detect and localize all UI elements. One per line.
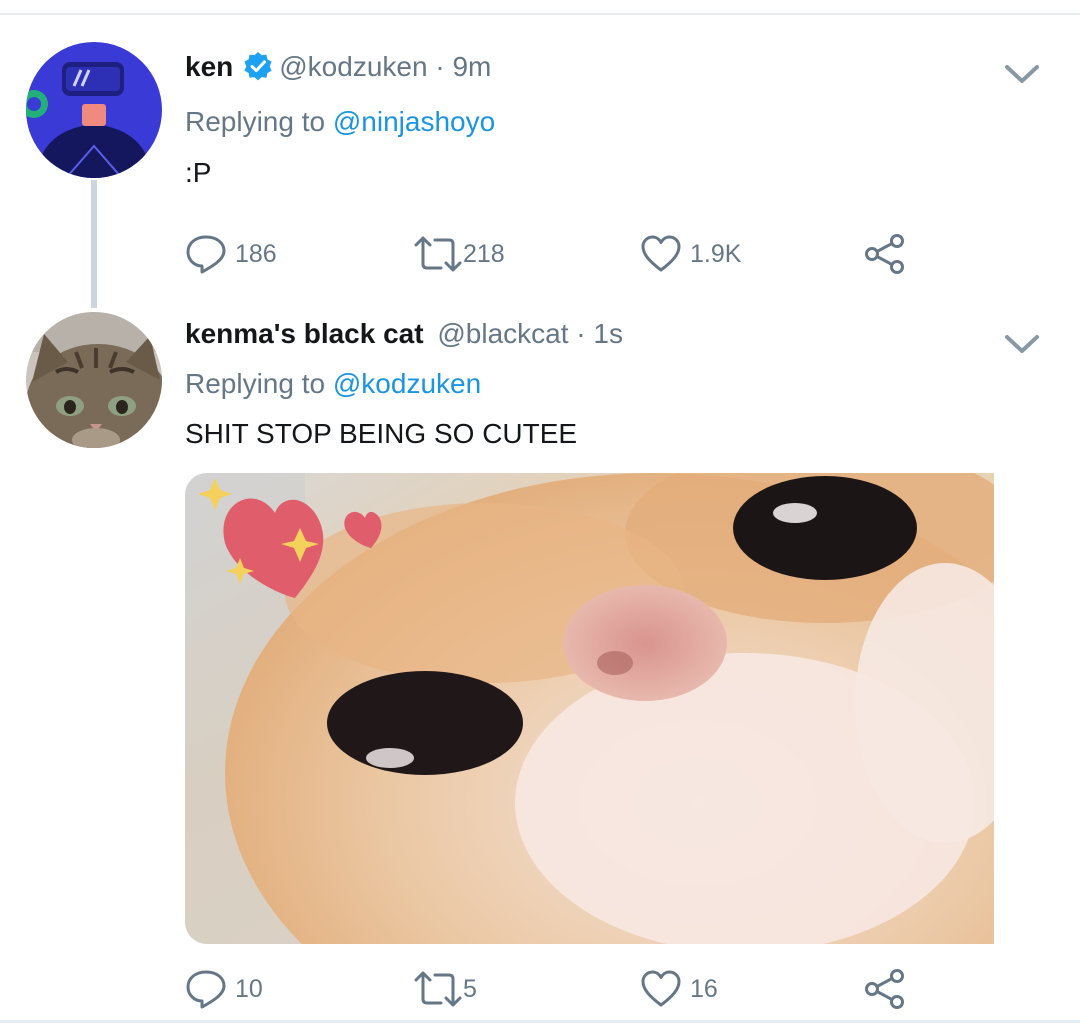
timestamp[interactable]: 1s	[593, 318, 623, 349]
avatar[interactable]	[26, 312, 162, 448]
reply-icon	[186, 970, 226, 1009]
tweet-media-image[interactable]	[185, 473, 994, 944]
tweet-header: ken @kodzuken · 9m	[185, 50, 491, 84]
like-button[interactable]: 16	[640, 969, 718, 1009]
avatar[interactable]	[26, 42, 162, 178]
timestamp[interactable]: 9m	[452, 51, 491, 82]
like-count: 16	[690, 974, 718, 1003]
like-icon	[641, 970, 681, 1007]
share-icon	[865, 234, 904, 274]
retweet-button[interactable]: 5	[413, 969, 477, 1009]
like-button[interactable]: 1.9K	[640, 234, 741, 274]
retweet-count: 218	[463, 239, 505, 268]
retweet-icon	[414, 971, 462, 1007]
verified-badge-icon	[243, 51, 273, 81]
reply-button[interactable]: 186	[185, 234, 277, 274]
tweet-header: kenma's black cat @blackcat · 1s	[185, 317, 623, 351]
display-name[interactable]: kenma's black cat	[185, 318, 424, 349]
reply-icon	[186, 235, 226, 274]
share-icon	[865, 969, 904, 1009]
share-button[interactable]	[863, 234, 907, 274]
replying-to-prefix: Replying to	[185, 106, 326, 137]
display-name[interactable]: ken	[185, 51, 233, 82]
separator-dot: ·	[568, 318, 594, 349]
tweet-text: :P	[185, 157, 212, 188]
replying-to-prefix: Replying to	[185, 368, 326, 399]
share-button[interactable]	[863, 969, 907, 1009]
thread-connector-line	[91, 180, 97, 308]
replying-to-link[interactable]: @kodzuken	[333, 368, 481, 399]
retweet-count: 5	[463, 974, 477, 1003]
bottom-divider	[0, 1020, 1080, 1023]
retweet-button[interactable]: 218	[413, 234, 505, 274]
tweet-actions: 186 218 1.9K	[185, 234, 945, 274]
reply-button[interactable]: 10	[185, 969, 263, 1009]
top-divider	[0, 13, 1080, 15]
retweet-icon	[414, 236, 462, 272]
replying-to: Replying to @kodzuken	[185, 367, 481, 401]
user-handle[interactable]: @blackcat	[437, 318, 568, 349]
tweet-text: SHIT STOP BEING SO CUTEE	[185, 418, 578, 449]
tweet-actions: 10 5 16	[185, 969, 945, 1009]
like-count: 1.9K	[690, 239, 742, 268]
replying-to-link[interactable]: @ninjashoyo	[333, 106, 495, 137]
replying-to: Replying to @ninjashoyo	[185, 105, 495, 139]
reply-count: 186	[235, 239, 277, 268]
reply-count: 10	[235, 974, 263, 1003]
like-icon	[641, 235, 681, 272]
user-handle[interactable]: @kodzuken	[279, 51, 427, 82]
caret-down-icon[interactable]	[1002, 62, 1042, 88]
caret-down-icon[interactable]	[1002, 332, 1042, 358]
separator-dot: ·	[427, 51, 453, 82]
